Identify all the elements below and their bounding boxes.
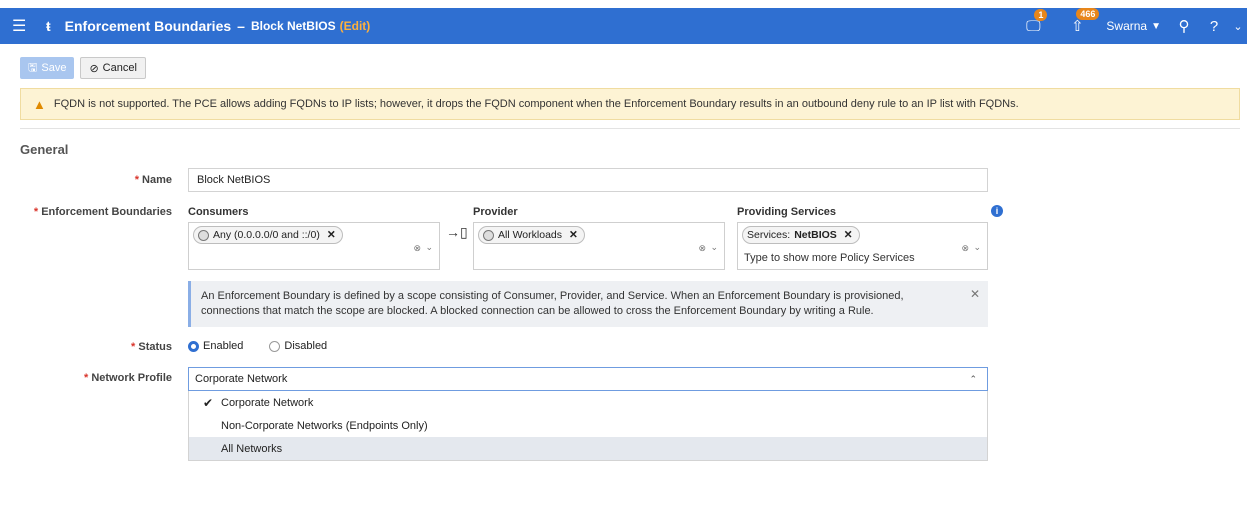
network-option-label: Corporate Network <box>221 396 314 409</box>
clear-icon[interactable]: ⊗ <box>698 243 706 254</box>
network-option-non-corporate[interactable]: Non-Corporate Networks (Endpoints Only) <box>189 414 987 437</box>
user-menu[interactable]: Swarna <box>1106 19 1147 33</box>
info-icon[interactable]: i <box>991 205 1003 217</box>
close-icon[interactable]: ✕ <box>970 287 980 302</box>
status-disabled-label[interactable]: Disabled <box>284 340 327 352</box>
providing-services-selector[interactable]: Services: NetBIOS ✕ Type to show more Po… <box>737 222 988 270</box>
fqdn-warning-banner: ▲ FQDN is not supported. The PCE allows … <box>20 88 1240 120</box>
enforcement-boundaries-label: * Enforcement Boundaries <box>33 206 172 218</box>
chevron-down-icon[interactable]: ▼ <box>1151 21 1161 32</box>
chevron-down-icon[interactable]: ⌄ <box>973 242 981 253</box>
chevron-down-icon[interactable]: ⌄ <box>425 242 433 253</box>
page-title: Enforcement Boundaries <box>64 18 232 34</box>
notifications-badge: 1 <box>1034 8 1048 21</box>
clear-icon[interactable]: ⊗ <box>413 243 421 254</box>
page-subtitle: Block NetBIOS <box>250 19 336 33</box>
chevron-up-icon[interactable]: ⌃ <box>969 374 977 385</box>
warning-icon: ▲ <box>33 96 46 112</box>
workload-icon <box>483 229 494 241</box>
services-hint: Type to show more Policy Services <box>744 252 915 264</box>
status-disabled-radio[interactable] <box>269 340 281 352</box>
check-icon: ✔ <box>203 395 214 410</box>
status-radio-group: Enabled Disabled <box>188 340 327 352</box>
network-option-all[interactable]: All Networks <box>189 437 987 460</box>
notifications-icon[interactable]: 🖵 1 <box>1018 8 1048 35</box>
network-option-label: Non-Corporate Networks (Endpoints Only) <box>221 419 428 432</box>
service-chip: Services: NetBIOS ✕ <box>742 226 860 244</box>
clear-icon[interactable]: ⊗ <box>961 243 969 254</box>
cancel-icon: ⊘ <box>89 62 99 75</box>
service-chip-prefix: Services: <box>747 229 791 241</box>
provider-label: Provider <box>473 206 518 218</box>
remove-chip-icon[interactable]: ✕ <box>844 229 853 241</box>
network-profile-value: Corporate Network <box>195 373 288 385</box>
name-label: * Name <box>134 174 172 186</box>
logo-icon[interactable]: ŧ <box>46 18 51 34</box>
status-enabled-radio[interactable] <box>188 340 199 352</box>
consumer-chip: Any (0.0.0.0/0 and ::/0) ✕ <box>193 226 343 244</box>
name-input[interactable]: Block NetBIOS <box>188 168 988 192</box>
warning-text: FQDN is not supported. The PCE allows ad… <box>53 98 1019 110</box>
consumer-chip-label: Any (0.0.0.0/0 and ::/0) <box>213 229 320 241</box>
section-title-general: General <box>20 142 69 157</box>
network-profile-select[interactable]: Corporate Network ⌃ <box>188 367 988 391</box>
edit-indicator: (Edit) <box>339 19 371 33</box>
globe-icon <box>198 229 209 241</box>
remove-chip-icon[interactable]: ✕ <box>327 229 336 241</box>
enforcement-boundary-note: An Enforcement Boundary is defined by a … <box>188 281 988 327</box>
note-line-1: An Enforcement Boundary is defined by a … <box>201 290 904 302</box>
direction-arrow-icon: →▯ <box>446 224 468 240</box>
cancel-button[interactable]: ⊘ Cancel <box>80 57 146 79</box>
menu-icon[interactable]: ☰ <box>12 16 34 36</box>
save-button[interactable]: 🖫 Save <box>20 57 75 79</box>
consumers-label: Consumers <box>188 206 249 218</box>
top-nav-bar: ☰ ŧ Enforcement Boundaries – Block NetBI… <box>0 0 1247 44</box>
divider <box>20 128 1240 129</box>
action-toolbar: 🖫 Save ⊘ Cancel <box>20 57 146 79</box>
provision-badge: 466 <box>1076 8 1100 20</box>
status-label: * Status <box>131 341 172 353</box>
title-separator: – <box>237 18 245 34</box>
cancel-button-label: Cancel <box>102 62 137 74</box>
network-profile-label: * Network Profile <box>83 372 172 384</box>
remove-chip-icon[interactable]: ✕ <box>569 229 578 241</box>
chevron-down-icon[interactable]: ⌄ <box>1229 20 1247 33</box>
search-icon[interactable]: ⚲ <box>1169 17 1199 35</box>
save-icon: 🖫 <box>28 61 38 74</box>
network-option-label: All Networks <box>221 442 283 455</box>
provider-chip: All Workloads ✕ <box>478 226 585 244</box>
name-value: Block NetBIOS <box>197 174 271 186</box>
providing-services-label: Providing Services <box>737 206 837 218</box>
chevron-down-icon[interactable]: ⌄ <box>710 242 718 253</box>
save-button-label: Save <box>41 62 67 74</box>
provision-icon[interactable]: ⇧ 466 <box>1062 8 1100 35</box>
note-line-2: connections that match the scope are blo… <box>201 305 874 317</box>
consumers-selector[interactable]: Any (0.0.0.0/0 and ::/0) ✕ ⊗ ⌄ <box>188 222 440 270</box>
help-icon[interactable]: ? <box>1199 18 1229 35</box>
status-enabled-label[interactable]: Enabled <box>203 340 243 352</box>
network-profile-dropdown: ✔ Corporate Network Non-Corporate Networ… <box>188 391 988 461</box>
provider-selector[interactable]: All Workloads ✕ ⊗ ⌄ <box>473 222 725 270</box>
service-chip-value: NetBIOS <box>794 229 837 241</box>
topbar-right: 🖵 1 ⇧ 466 Swarna ▼ ⚲ ? ⌄ <box>1018 8 1247 44</box>
provider-chip-label: All Workloads <box>498 229 562 241</box>
network-option-corporate[interactable]: ✔ Corporate Network <box>189 391 987 414</box>
